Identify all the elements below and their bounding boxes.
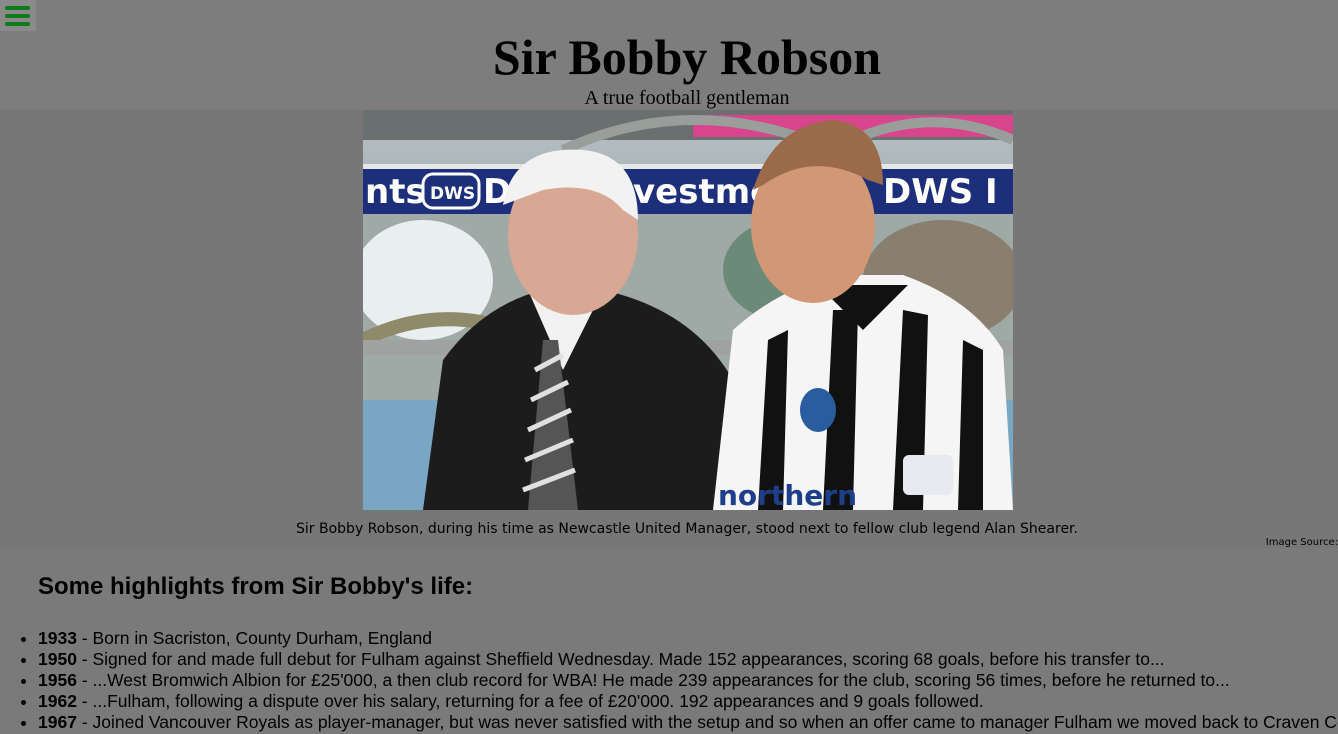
highlight-text: - Signed for and made full debut for Ful… <box>76 649 1165 669</box>
list-item: 1950 - Signed for and made full debut fo… <box>38 649 1338 670</box>
highlight-year: 1962 <box>38 691 77 711</box>
banner-text-5: DWS I <box>883 172 998 212</box>
featured-photo: nts DWS D vestme DWS I northern <box>363 110 1013 510</box>
highlights-heading: Some highlights from Sir Bobby's life: <box>38 573 474 600</box>
hamburger-menu-icon[interactable] <box>0 0 36 31</box>
banner-text-1: nts <box>365 172 426 212</box>
list-item: 1967 - Joined Vancouver Royals as player… <box>38 712 1338 733</box>
menu-bar-middle <box>5 14 30 18</box>
photo-caption: Sir Bobby Robson, during his time as New… <box>296 521 1078 537</box>
featured-figure: nts DWS D vestme DWS I northern Sir Bobb… <box>0 110 1338 548</box>
highlight-text: - Joined Vancouver Royals as player-mana… <box>76 712 1338 732</box>
banner-text-4: vestme <box>633 172 773 212</box>
list-item: 1933 - Born in Sacriston, County Durham,… <box>38 628 1338 649</box>
highlight-text: - ...Fulham, following a dispute over hi… <box>76 691 984 711</box>
page-title: Sir Bobby Robson <box>492 29 882 85</box>
highlights-section: Some highlights from Sir Bobby's life: 1… <box>0 548 1338 734</box>
highlights-list: 1933 - Born in Sacriston, County Durham,… <box>0 628 1338 733</box>
page-header: Sir Bobby Robson A true football gentlem… <box>0 0 1338 110</box>
list-item: 1962 - ...Fulham, following a dispute ov… <box>38 691 1338 712</box>
highlight-text: - Born in Sacriston, County Durham, Engl… <box>76 628 432 648</box>
highlight-year: 1956 <box>38 670 77 690</box>
highlight-year: 1950 <box>38 649 77 669</box>
list-item: 1956 - ...West Bromwich Albion for £25'0… <box>38 670 1338 691</box>
page-subtitle: A true football gentleman <box>584 87 790 109</box>
menu-bar-bottom <box>5 22 30 26</box>
shirt-sponsor-text: northern <box>718 479 857 510</box>
banner-text-2: DWS <box>430 184 475 204</box>
menu-bar-top <box>5 6 30 10</box>
highlight-text: - ...West Bromwich Albion for £25'000, a… <box>76 670 1230 690</box>
highlight-year: 1967 <box>38 712 77 732</box>
highlight-year: 1933 <box>38 628 77 648</box>
